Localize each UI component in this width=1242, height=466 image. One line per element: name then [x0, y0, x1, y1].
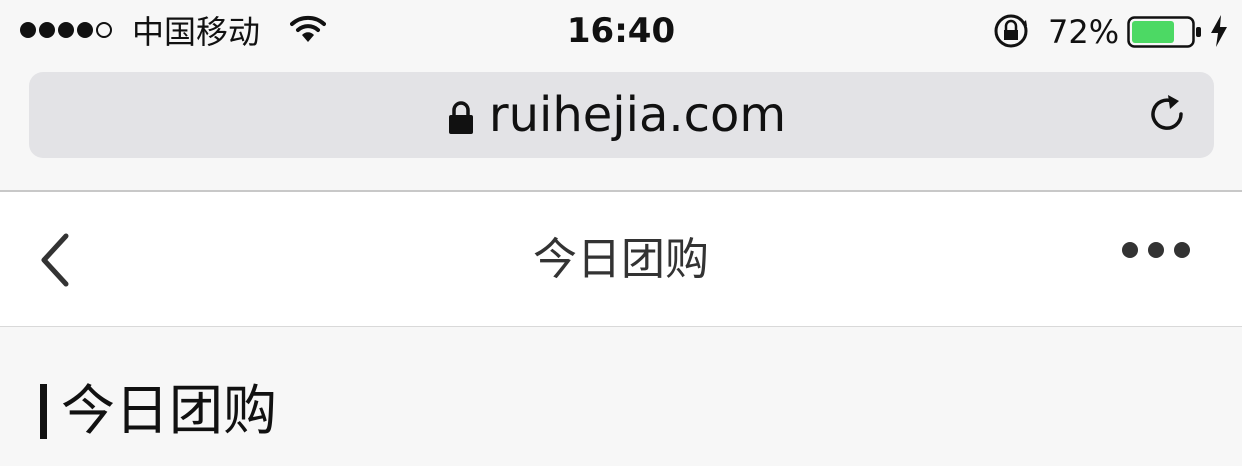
screen: 中国移动 16:40 72% ruihejia.com 今日团购 今日团购 [0, 0, 1242, 466]
section-title: 今日团购 [61, 379, 277, 442]
address-bar[interactable]: ruihejia.com [29, 72, 1214, 158]
content-area: 今日团购 [0, 327, 1242, 466]
page-title: 今日团购 [533, 234, 709, 285]
charging-icon [1211, 15, 1227, 47]
section-heading: 今日团购 [40, 379, 277, 443]
browser-bar: ruihejia.com [0, 62, 1242, 192]
battery-percent: 72% [1048, 13, 1120, 51]
more-dot [1148, 242, 1164, 258]
status-bar: 中国移动 16:40 72% [0, 0, 1242, 62]
url-text: ruihejia.com [488, 87, 787, 143]
more-dot [1174, 242, 1190, 258]
orientation-lock-icon [994, 14, 1028, 48]
battery-icon [1127, 16, 1201, 48]
more-dot [1122, 242, 1138, 258]
section-accent-bar [40, 383, 47, 439]
reload-icon[interactable] [1145, 92, 1189, 136]
more-icon[interactable] [1122, 242, 1190, 258]
page-header: 今日团购 [0, 192, 1242, 327]
